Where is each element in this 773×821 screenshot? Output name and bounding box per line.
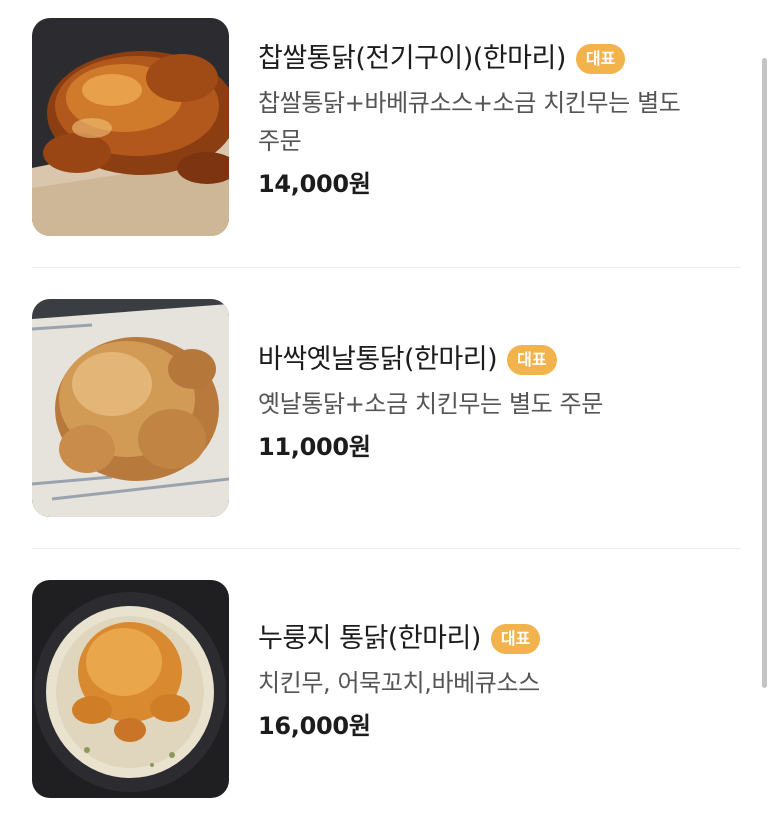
menu-item-price: 14,000원 bbox=[258, 170, 371, 198]
menu-item-description-line: 찹쌀통닭+바베큐소스+소금 치킨무는 별도 bbox=[258, 89, 681, 117]
menu-item-info: 바싹옛날통닭(한마리) 대표 옛날통닭+소금 치킨무는 별도 주문 11,000… bbox=[258, 337, 744, 465]
divider bbox=[32, 548, 741, 549]
scrollbar[interactable] bbox=[762, 58, 767, 688]
signature-badge: 대표 bbox=[490, 624, 541, 654]
menu-item-title-row: 누룽지 통닭(한마리) 대표 bbox=[258, 616, 744, 662]
menu-item-name: 누룽지 통닭(한마리) bbox=[258, 623, 481, 654]
menu-item-crispy-chicken[interactable]: 바싹옛날통닭(한마리) 대표 옛날통닭+소금 치킨무는 별도 주문 11,000… bbox=[32, 299, 744, 517]
menu-item-price: 11,000원 bbox=[258, 433, 371, 461]
menu-list[interactable]: 찹쌀통닭(전기구이)(한마리) 대표 찹쌀통닭+바베큐소스+소금 치킨무는 별도… bbox=[0, 0, 773, 821]
menu-item-rotisserie-chicken[interactable]: 찹쌀통닭(전기구이)(한마리) 대표 찹쌀통닭+바베큐소스+소금 치킨무는 별도… bbox=[32, 18, 744, 236]
nurungji-chicken-photo bbox=[32, 580, 229, 798]
menu-item-image bbox=[32, 299, 229, 517]
signature-badge: 대표 bbox=[507, 345, 557, 375]
fried-chicken-photo bbox=[32, 299, 229, 517]
menu-item-info: 누룽지 통닭(한마리) 대표 치킨무, 어묵꼬치,바베큐소스 16,000원 bbox=[258, 616, 744, 744]
menu-item-title-row: 찹쌀통닭(전기구이)(한마리) 대표 bbox=[258, 36, 744, 82]
signature-badge: 대표 bbox=[575, 44, 626, 74]
menu-item-description: 찹쌀통닭+바베큐소스+소금 치킨무는 별도 주문 bbox=[258, 84, 744, 160]
divider bbox=[32, 267, 741, 268]
menu-item-info: 찹쌀통닭(전기구이)(한마리) 대표 찹쌀통닭+바베큐소스+소금 치킨무는 별도… bbox=[258, 36, 744, 202]
roast-chicken-photo bbox=[32, 18, 229, 236]
menu-item-title-row: 바싹옛날통닭(한마리) 대표 bbox=[258, 337, 744, 383]
menu-item-name: 찹쌀통닭(전기구이)(한마리) bbox=[258, 43, 566, 74]
menu-item-image bbox=[32, 18, 229, 236]
menu-item-description: 옛날통닭+소금 치킨무는 별도 주문 bbox=[258, 390, 603, 418]
menu-screen: 찹쌀통닭(전기구이)(한마리) 대표 찹쌀통닭+바베큐소스+소금 치킨무는 별도… bbox=[0, 0, 773, 821]
menu-item-image bbox=[32, 580, 229, 798]
menu-item-name: 바싹옛날통닭(한마리) bbox=[258, 344, 498, 375]
menu-item-description: 치킨무, 어묵꼬치,바베큐소스 bbox=[258, 669, 540, 697]
menu-item-nurungji-chicken[interactable]: 누룽지 통닭(한마리) 대표 치킨무, 어묵꼬치,바베큐소스 16,000원 bbox=[32, 580, 744, 798]
menu-item-price: 16,000원 bbox=[258, 712, 371, 740]
menu-item-description-line: 주문 bbox=[258, 127, 302, 155]
